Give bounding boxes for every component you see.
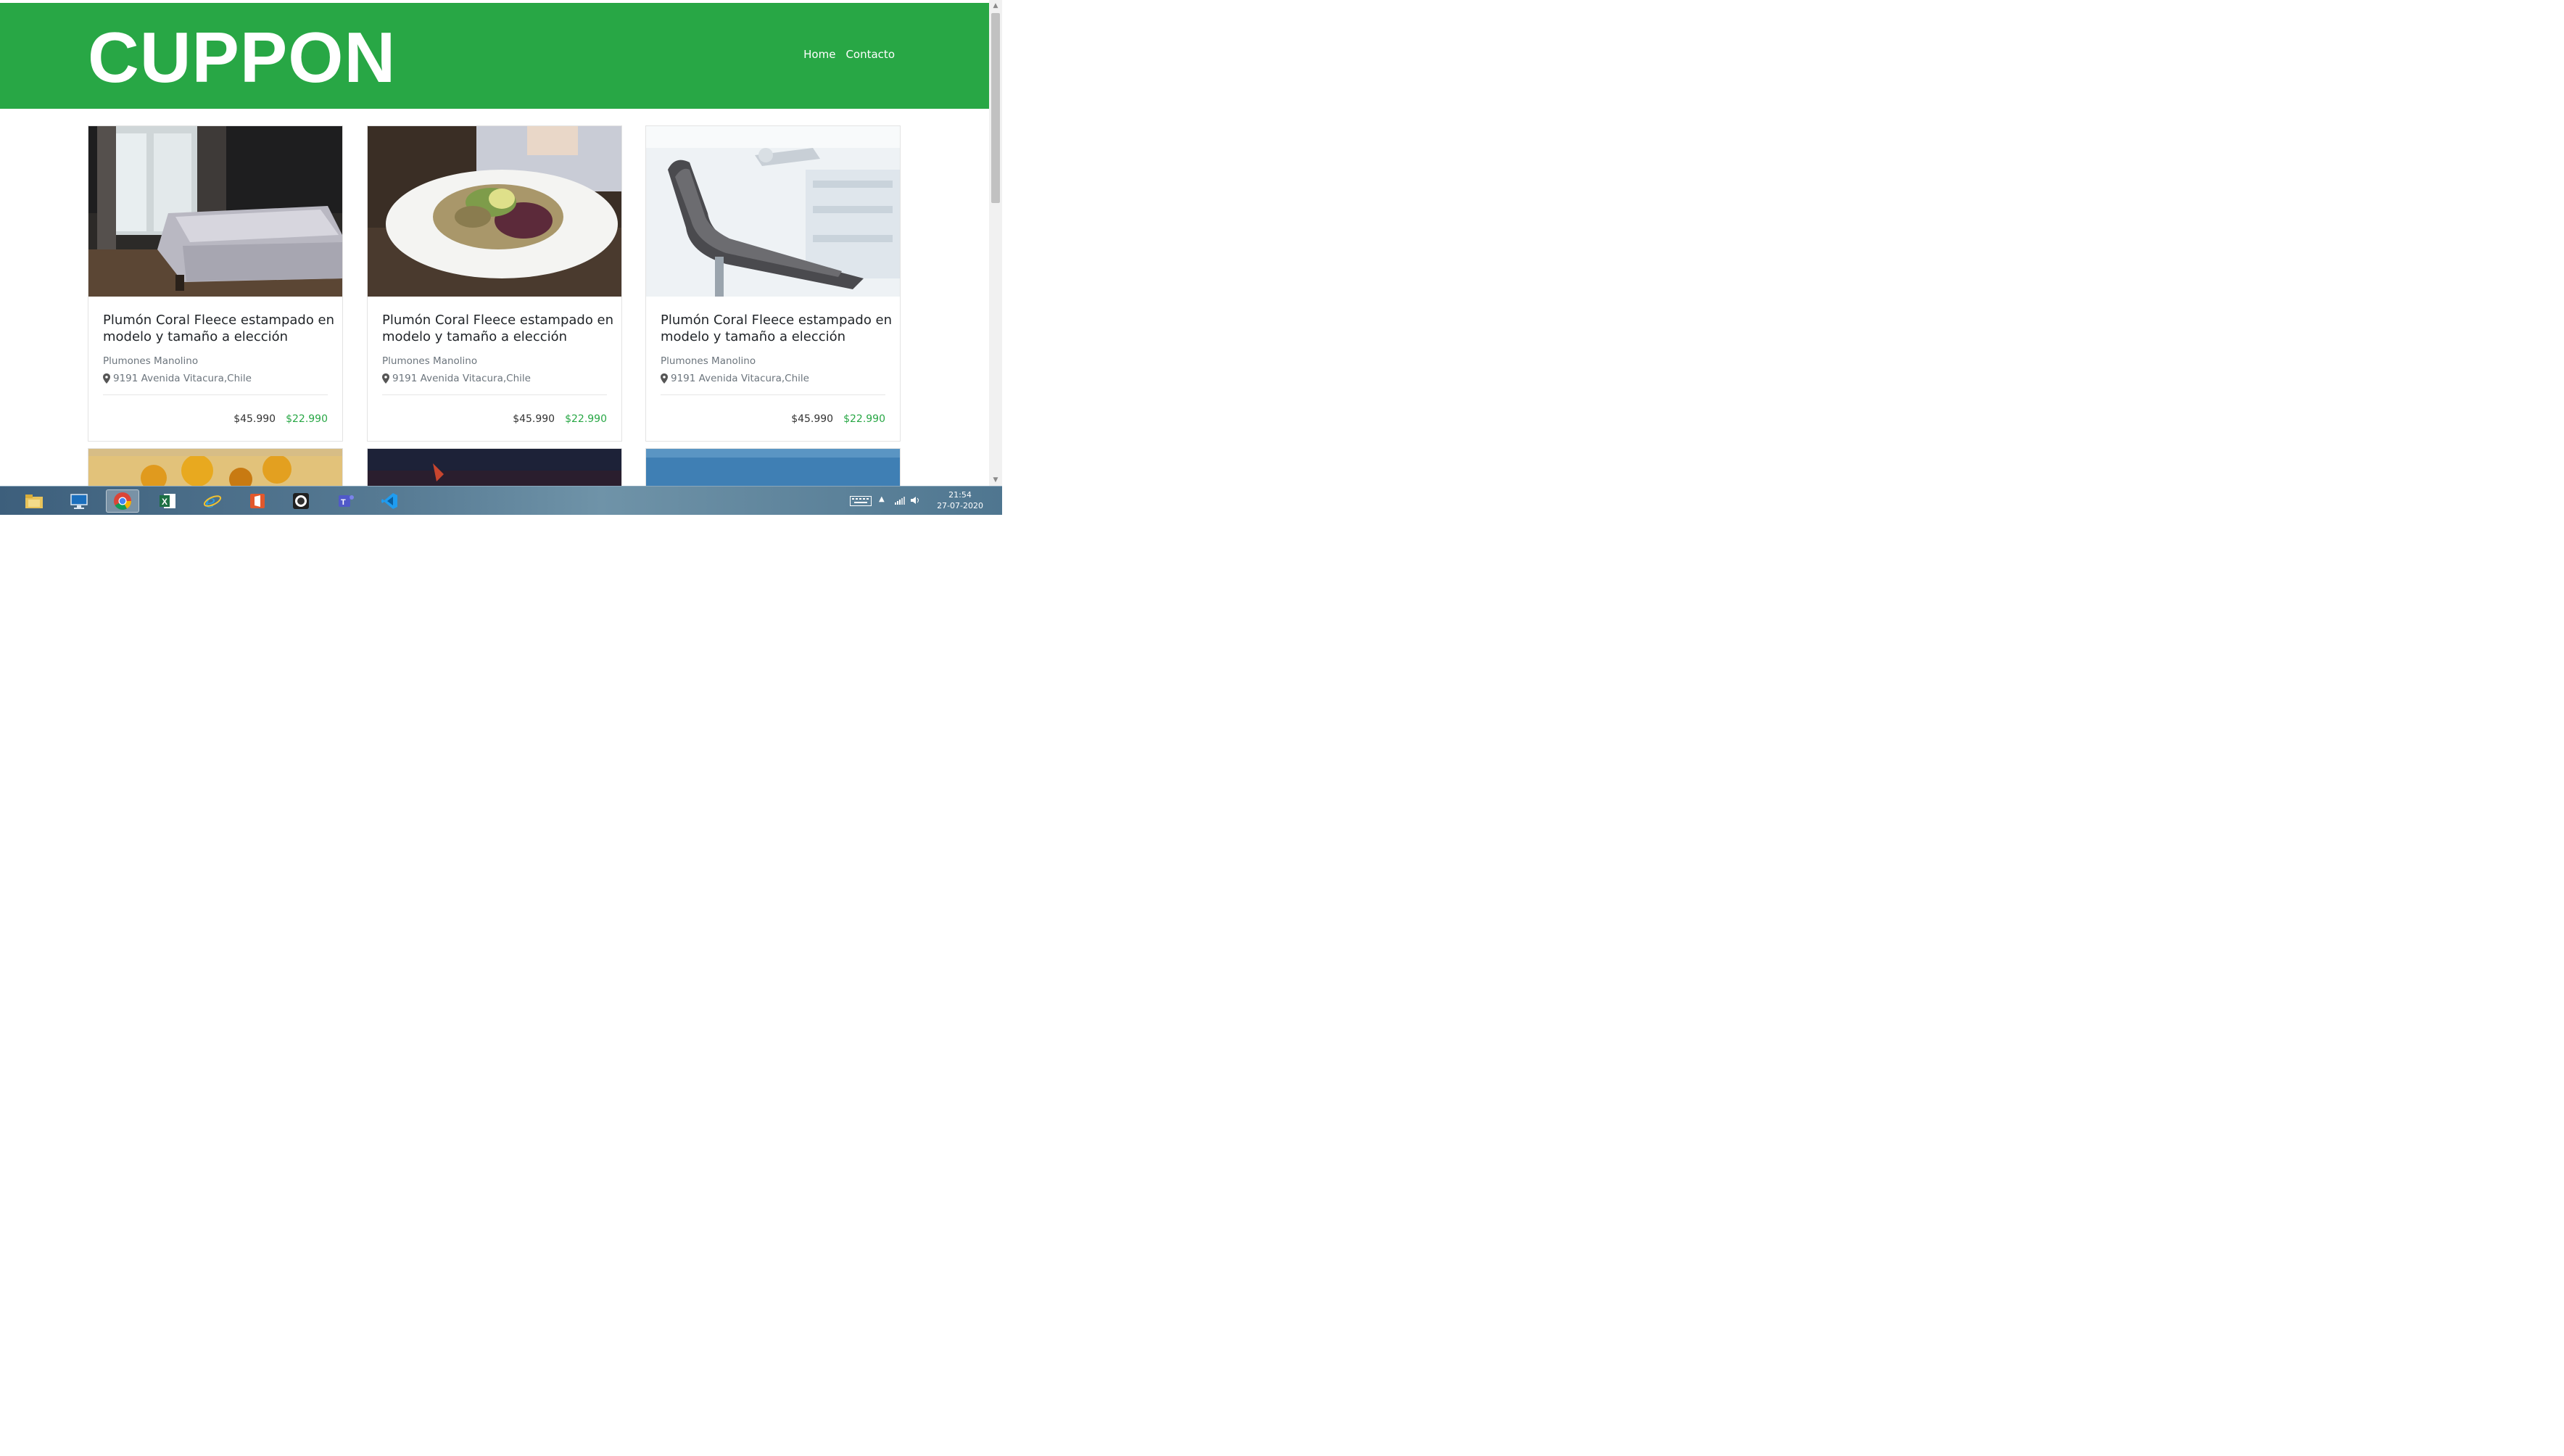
price-discount: $22.990	[843, 413, 885, 425]
vscode-icon[interactable]	[373, 489, 406, 513]
keyboard-icon[interactable]	[850, 496, 872, 506]
deal-location: 9191 Avenida Vitacura,Chile	[382, 373, 531, 384]
obs-icon[interactable]	[284, 489, 318, 513]
deal-address: 9191 Avenida Vitacura,Chile	[671, 373, 809, 384]
deal-card-partial[interactable]	[88, 448, 343, 486]
site-logo[interactable]: CUPPON	[88, 17, 396, 97]
scroll-down-arrow-icon[interactable]: ▼	[989, 474, 1002, 486]
windows-taskbar: X e T ▲ 21:54 27-07-2020	[0, 486, 1002, 515]
deal-prices: $45.990 $22.990	[513, 413, 607, 425]
price-discount: $22.990	[565, 413, 607, 425]
deal-prices: $45.990 $22.990	[791, 413, 885, 425]
divider	[382, 394, 607, 395]
deal-company: Plumones Manolino	[661, 355, 756, 367]
map-marker-icon	[382, 373, 389, 384]
network-icon[interactable]	[895, 496, 905, 505]
volume-icon[interactable]	[911, 496, 921, 505]
deal-location: 9191 Avenida Vitacura,Chile	[661, 373, 809, 384]
system-clock[interactable]: 21:54 27-07-2020	[937, 489, 983, 511]
deal-image[interactable]	[646, 449, 901, 486]
deal-image[interactable]	[646, 126, 900, 297]
clock-date: 27-07-2020	[937, 501, 983, 510]
deal-title[interactable]: Plumón Coral Fleece estampado en modelo …	[103, 312, 335, 345]
divider	[103, 394, 328, 395]
deal-image[interactable]	[88, 449, 343, 486]
price-original: $45.990	[791, 413, 834, 425]
teams-icon[interactable]: T	[329, 489, 363, 513]
deal-company: Plumones Manolino	[103, 355, 199, 367]
price-discount: $22.990	[286, 413, 328, 425]
file-explorer-icon[interactable]	[17, 489, 51, 513]
nav-home-link[interactable]: Home	[803, 48, 835, 61]
svg-text:X: X	[162, 497, 168, 507]
deal-card[interactable]: Plumón Coral Fleece estampado en modelo …	[88, 125, 343, 442]
site-header: CUPPON Home Contacto	[0, 3, 989, 109]
show-hidden-icons-icon[interactable]: ▲	[879, 495, 885, 503]
vertical-scrollbar[interactable]: ▲ ▼	[989, 0, 1002, 486]
chrome-icon[interactable]	[106, 489, 139, 513]
svg-text:T: T	[341, 498, 346, 507]
scrollbar-thumb[interactable]	[991, 13, 1000, 203]
price-original: $45.990	[513, 413, 555, 425]
deal-image[interactable]	[368, 449, 622, 486]
deal-title[interactable]: Plumón Coral Fleece estampado en modelo …	[382, 312, 614, 345]
deal-address: 9191 Avenida Vitacura,Chile	[113, 373, 252, 384]
excel-icon[interactable]: X	[151, 489, 184, 513]
browser-viewport: CUPPON Home Contacto Plumón Coral Fleece…	[0, 0, 989, 486]
deal-address: 9191 Avenida Vitacura,Chile	[392, 373, 531, 384]
internet-explorer-icon[interactable]: e	[196, 489, 229, 513]
deal-title[interactable]: Plumón Coral Fleece estampado en modelo …	[661, 312, 893, 345]
nav-contacto-link[interactable]: Contacto	[845, 48, 895, 61]
deal-card-partial[interactable]	[645, 448, 901, 486]
system-tray: ▲ 21:54 27-07-2020	[835, 487, 1002, 515]
office-icon[interactable]	[241, 489, 274, 513]
deal-prices: $45.990 $22.990	[233, 413, 328, 425]
screen: CUPPON Home Contacto Plumón Coral Fleece…	[0, 0, 1002, 515]
deal-card-partial[interactable]	[367, 448, 622, 486]
price-original: $45.990	[233, 413, 276, 425]
deal-card[interactable]: Plumón Coral Fleece estampado en modelo …	[367, 125, 622, 442]
clock-time: 21:54	[948, 490, 972, 500]
scroll-up-arrow-icon[interactable]: ▲	[989, 0, 1002, 12]
deal-company: Plumones Manolino	[382, 355, 478, 367]
deal-image[interactable]	[368, 126, 621, 297]
divider	[661, 394, 885, 395]
main-nav: Home Contacto	[803, 48, 895, 61]
remote-desktop-icon[interactable]	[62, 489, 96, 513]
deal-card[interactable]: Plumón Coral Fleece estampado en modelo …	[645, 125, 901, 442]
map-marker-icon	[103, 373, 110, 384]
map-marker-icon	[661, 373, 668, 384]
deal-location: 9191 Avenida Vitacura,Chile	[103, 373, 252, 384]
deal-image[interactable]	[88, 126, 342, 297]
